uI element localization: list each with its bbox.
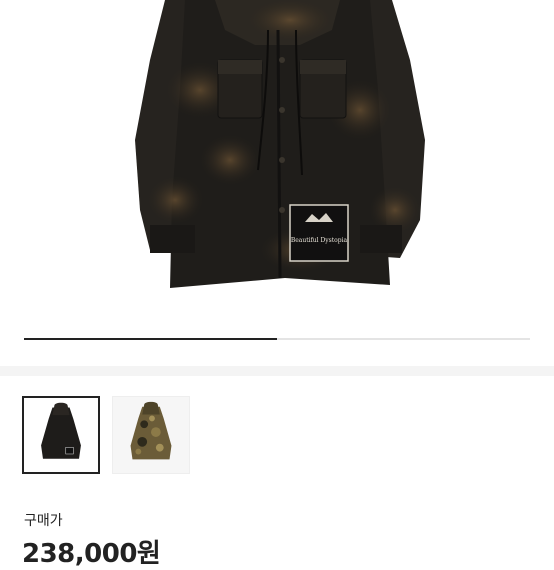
- image-slider-progress: [24, 338, 530, 340]
- jacket-image: Beautiful Dystopia: [135, 0, 425, 288]
- camo-jacket-thumbnail-image: [113, 397, 189, 473]
- image-slider-progress-fill: [24, 338, 277, 340]
- patch-label: Beautiful Dystopia: [291, 237, 348, 244]
- thumbnail-camo-jacket[interactable]: [112, 396, 190, 474]
- price-value: 238,000원: [22, 539, 161, 569]
- section-divider: [0, 366, 554, 376]
- product-main-image[interactable]: Beautiful Dystopia: [0, 0, 554, 330]
- price-label: 구매가: [24, 513, 63, 529]
- thumbnail-black-jacket[interactable]: [22, 396, 100, 474]
- black-jacket-thumbnail-image: [24, 398, 98, 472]
